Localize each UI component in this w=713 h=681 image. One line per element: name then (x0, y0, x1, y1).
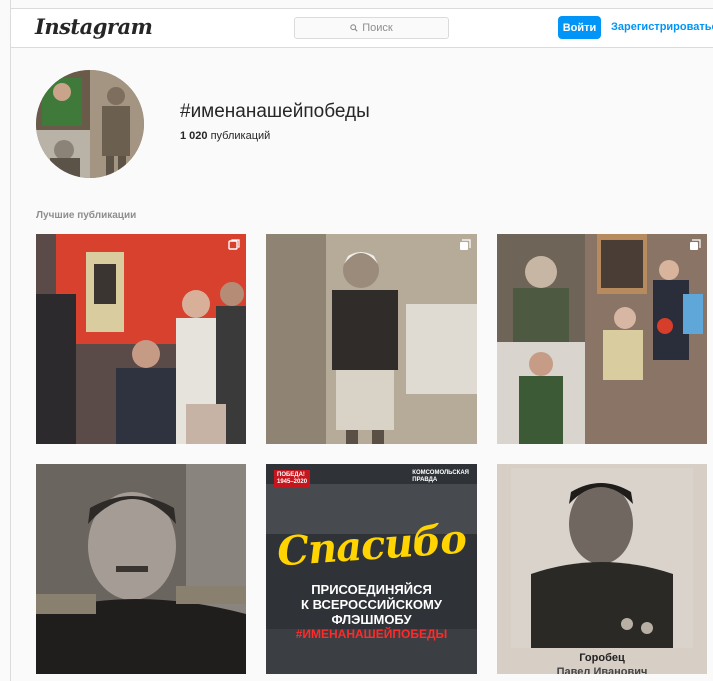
post-tile[interactable]: Горобец Павел Иванович (497, 464, 707, 674)
login-button[interactable]: Войти (558, 16, 601, 39)
post-image (36, 464, 246, 674)
post-count-suffix: публикаций (210, 130, 271, 142)
avatar-photo (36, 70, 144, 178)
top-navigation-bar: Instagram Поиск Войти Зарегистрироваться (11, 8, 713, 48)
poster-badge-right-line1: КОМСОМОЛЬСКАЯ (412, 470, 469, 476)
poster-text-line2: К ВСЕРОССИЙСКОМУ (301, 597, 442, 612)
signup-link[interactable]: Зарегистрироваться (611, 21, 713, 33)
post-count: 1 020 публикаций (180, 130, 270, 142)
poster-badge-right-line2: ПРАВДА (412, 477, 438, 483)
multiple-posts-icon (460, 239, 471, 250)
instagram-logo[interactable]: Instagram (35, 14, 153, 39)
poster-text-line1: ПРИСОЕДИНЯЙСЯ (311, 582, 432, 597)
carousel-icon (228, 239, 240, 250)
post-tile[interactable] (266, 234, 477, 444)
post-image (266, 234, 477, 444)
post-tile[interactable] (497, 234, 707, 444)
poster-text: ПРИСОЕДИНЯЙСЯ К ВСЕРОССИЙСКОМУ ФЛЭШМОБУ (266, 582, 477, 627)
portrait-caption: Горобец (579, 652, 625, 664)
post-image (36, 234, 246, 444)
poster-publisher-badge: КОМСОМОЛЬСКАЯ ПРАВДА (412, 470, 469, 484)
poster-victory-badge: ПОБЕДА! 1945–2020 (274, 470, 311, 488)
poster-badge-left-line2: 1945–2020 (277, 479, 308, 485)
poster-badge-left-line1: ПОБЕДА! (277, 472, 305, 478)
portrait-caption-name: Павел Иванович (556, 666, 648, 674)
hashtag-title: #именанашейпобеды (180, 101, 370, 122)
top-posts-heading: Лучшие публикации (36, 210, 137, 221)
multiple-posts-icon (690, 239, 701, 250)
post-tile[interactable] (36, 234, 246, 444)
search-input[interactable]: Поиск (294, 17, 449, 39)
post-image (497, 234, 707, 444)
post-tile[interactable] (36, 464, 246, 674)
hashtag-avatar (36, 70, 144, 178)
search-placeholder: Поиск (362, 22, 393, 34)
post-tile[interactable]: ПОБЕДА! 1945–2020 КОМСОМОЛЬСКАЯ ПРАВДА С… (266, 464, 477, 674)
post-image (497, 464, 707, 674)
poster-text-line3: ФЛЭШМОБУ (331, 612, 412, 627)
poster-hashtag: #ИМЕНАНАШЕЙПОБЕДЫ (295, 627, 448, 641)
post-count-number: 1 020 (180, 130, 208, 142)
search-icon (350, 24, 358, 32)
